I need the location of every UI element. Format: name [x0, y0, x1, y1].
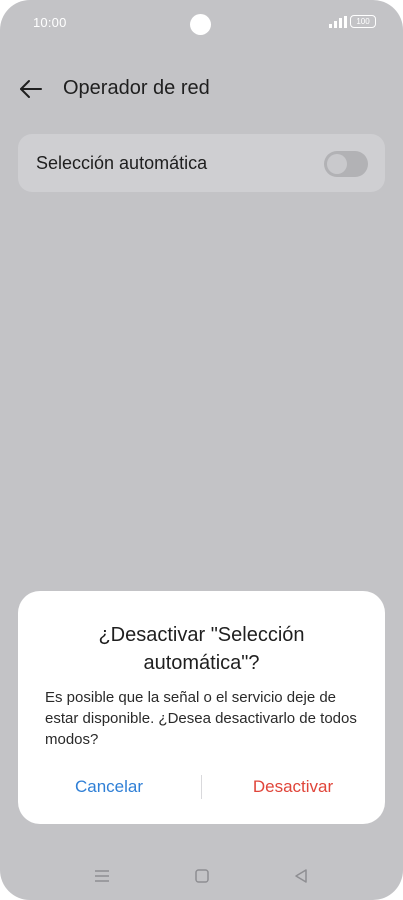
dialog-actions: Cancelar Desactivar: [18, 773, 385, 801]
action-divider: [201, 775, 202, 799]
dialog-title: ¿Desactivar "Selección automática"?: [98, 624, 305, 674]
status-time: 10:00: [33, 15, 67, 30]
status-bar: 10:00 100: [0, 0, 403, 46]
battery-icon: 100: [350, 15, 376, 28]
app-bar: Operador de red: [0, 60, 403, 116]
triangle-back-icon[interactable]: [289, 864, 313, 888]
phone-screen: 10:00 100 Operador de red Selección auto…: [0, 0, 403, 900]
signal-icon: [329, 16, 347, 28]
auto-selection-label: Selección automática: [36, 153, 208, 173]
dialog-message: Es posible que la señal o el servicio de…: [45, 689, 357, 748]
auto-selection-row[interactable]: Selección automática: [18, 134, 385, 192]
page-title: Operador de red: [63, 77, 210, 99]
camera-cutout: [190, 14, 211, 35]
home-icon[interactable]: [190, 864, 214, 888]
cancel-button[interactable]: Cancelar: [24, 773, 194, 801]
toggle-knob: [327, 154, 347, 174]
auto-selection-toggle[interactable]: [324, 151, 368, 177]
deactivate-button[interactable]: Desactivar: [208, 773, 378, 801]
back-arrow-icon[interactable]: [18, 76, 44, 102]
menu-icon[interactable]: [90, 864, 114, 888]
navigation-bar: [0, 856, 403, 896]
confirm-dialog: ¿Desactivar "Selección automática"? Es p…: [18, 591, 385, 824]
